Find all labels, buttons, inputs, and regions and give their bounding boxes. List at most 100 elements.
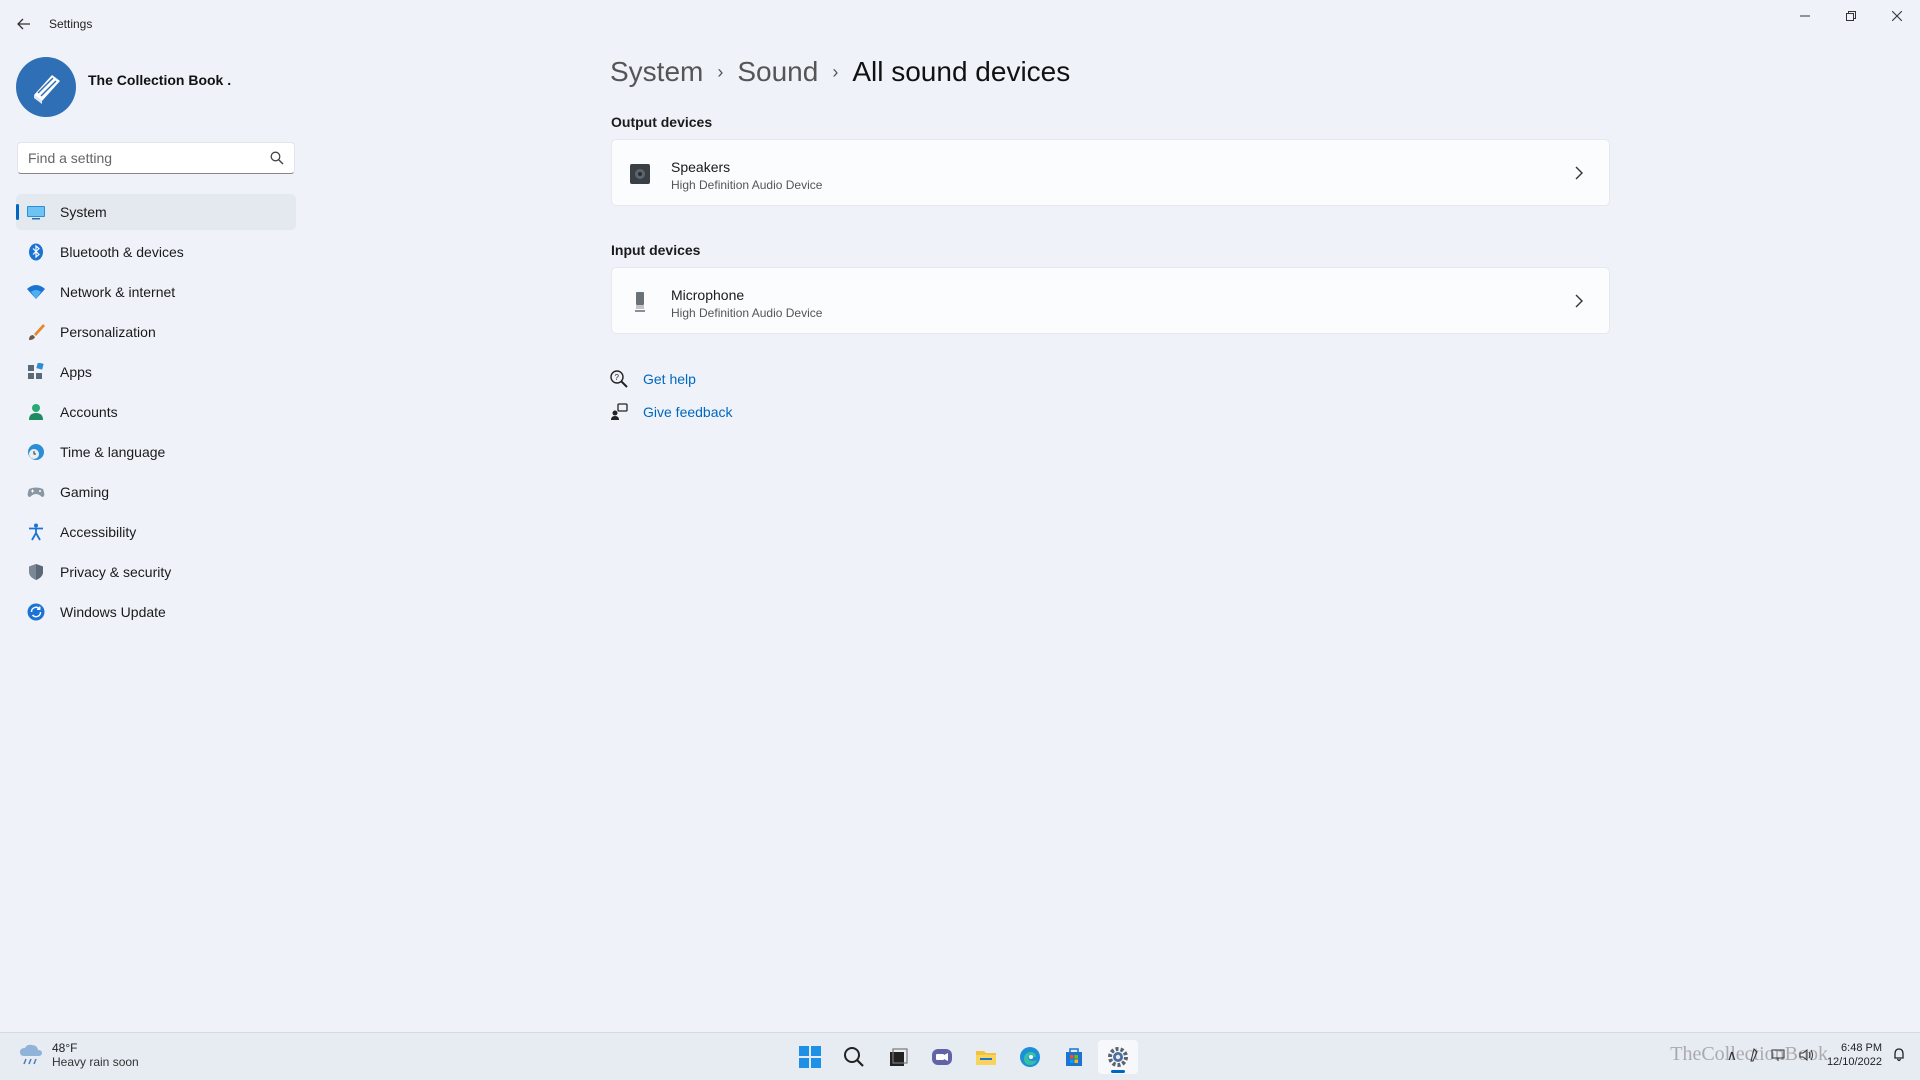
system-tray: ∧ 6:48 PM 12/10/2022 <box>1727 1041 1906 1069</box>
input-devices-heading: Input devices <box>611 242 701 258</box>
sidebar-item-accounts[interactable]: Accounts <box>16 394 296 430</box>
sidebar-item-accessibility[interactable]: Accessibility <box>16 514 296 550</box>
sidebar-item-label: Time & language <box>60 444 166 460</box>
book-logo-icon <box>34 75 60 104</box>
monitor-icon <box>27 206 45 220</box>
sidebar-item-label: Gaming <box>60 484 110 500</box>
sidebar-item-label: Windows Update <box>60 604 166 620</box>
sidebar-item-personalization[interactable]: Personalization <box>16 314 296 350</box>
sidebar-nav: System Bluetooth & devices Network & int… <box>16 194 296 634</box>
give-feedback-label[interactable]: Give feedback <box>643 404 733 420</box>
gamepad-icon <box>27 487 45 497</box>
file-explorer-button[interactable] <box>966 1040 1006 1074</box>
sidebar-item-privacy[interactable]: Privacy & security <box>16 554 296 590</box>
sidebar-item-label: Accessibility <box>60 524 137 540</box>
sidebar-item-time-language[interactable]: Time & language <box>16 434 296 470</box>
pen-icon[interactable] <box>1749 1048 1759 1062</box>
back-arrow-icon <box>17 18 30 30</box>
close-button[interactable] <box>1874 0 1920 32</box>
sidebar-item-gaming[interactable]: Gaming <box>16 474 296 510</box>
close-icon <box>1892 11 1902 21</box>
sidebar-item-label: Accounts <box>60 404 118 420</box>
get-help-label[interactable]: Get help <box>643 371 696 387</box>
accessibility-icon <box>29 523 43 541</box>
task-view-button[interactable] <box>878 1040 918 1074</box>
store-button[interactable] <box>1054 1040 1094 1074</box>
globe-clock-icon <box>28 444 44 460</box>
sidebar-item-apps[interactable]: Apps <box>16 354 296 390</box>
chat-button[interactable] <box>922 1040 962 1074</box>
restore-icon <box>1846 11 1856 21</box>
store-icon <box>1066 1048 1082 1066</box>
apps-icon <box>28 363 44 379</box>
minimize-icon <box>1800 15 1810 17</box>
device-description: High Definition Audio Device <box>671 306 823 320</box>
page-title: All sound devices <box>852 56 1071 87</box>
edge-icon <box>1020 1047 1040 1067</box>
microphone-device-card[interactable]: Microphone High Definition Audio Device <box>611 267 1610 334</box>
speakers-device-card[interactable]: Speakers High Definition Audio Device <box>611 139 1610 206</box>
sidebar-item-label: Bluetooth & devices <box>60 244 184 260</box>
chevron-right-icon <box>1575 166 1583 180</box>
taskbar-apps <box>790 1040 1142 1074</box>
sidebar-item-label: Apps <box>60 364 92 380</box>
microphone-icon <box>635 292 645 312</box>
sidebar-item-system[interactable]: System <box>16 194 296 230</box>
update-icon <box>27 603 45 621</box>
weather-condition: Heavy rain soon <box>52 1055 139 1069</box>
app-title: Settings <box>49 17 93 31</box>
settings-taskbar-button[interactable] <box>1098 1040 1138 1074</box>
clock[interactable]: 6:48 PM 12/10/2022 <box>1827 1041 1882 1069</box>
breadcrumb-system[interactable]: System <box>610 56 703 88</box>
search-box[interactable] <box>17 142 295 174</box>
svg-text:?: ? <box>615 373 620 382</box>
back-button[interactable] <box>12 12 36 36</box>
clock-date: 12/10/2022 <box>1826 1056 1882 1068</box>
taskbar: 48°F Heavy rain soon TheCollectionBook ∧… <box>0 1032 1920 1080</box>
person-icon <box>29 404 43 420</box>
sidebar-item-network[interactable]: Network & internet <box>16 274 296 310</box>
network-icon[interactable] <box>1771 1048 1787 1062</box>
avatar[interactable] <box>16 57 76 117</box>
minimize-button[interactable] <box>1782 0 1828 32</box>
chevron-up-icon[interactable]: ∧ <box>1727 1047 1737 1064</box>
breadcrumb-sound[interactable]: Sound <box>737 56 818 88</box>
settings-icon <box>1108 1047 1128 1067</box>
brush-icon <box>29 324 45 340</box>
chat-icon <box>932 1049 952 1065</box>
chevron-right-icon: › <box>832 61 839 82</box>
volume-icon[interactable] <box>1799 1048 1815 1062</box>
sidebar-item-label: Network & internet <box>60 284 176 300</box>
device-name: Microphone <box>671 287 745 303</box>
search-icon[interactable] <box>270 151 284 165</box>
feedback-icon <box>611 403 628 420</box>
wifi-icon <box>27 285 45 299</box>
search-input[interactable] <box>18 143 258 173</box>
breadcrumb: System › Sound › All sound devices <box>610 56 1070 88</box>
device-name: Speakers <box>671 159 731 175</box>
chevron-right-icon: › <box>717 61 724 82</box>
restore-button[interactable] <box>1828 0 1874 32</box>
notification-icon[interactable] <box>1892 1048 1906 1062</box>
sidebar-item-label: Privacy & security <box>60 564 172 580</box>
sidebar-item-windows-update[interactable]: Windows Update <box>16 594 296 630</box>
output-devices-heading: Output devices <box>611 114 713 130</box>
sidebar-item-label: Personalization <box>60 324 156 340</box>
help-icon: ? <box>610 370 628 388</box>
sidebar-item-bluetooth[interactable]: Bluetooth & devices <box>16 234 296 270</box>
get-help-link[interactable]: ? Get help <box>610 370 696 388</box>
sidebar-item-label: System <box>60 204 107 220</box>
file-explorer-icon <box>976 1051 996 1065</box>
give-feedback-link[interactable]: Give feedback <box>610 403 733 421</box>
edge-button[interactable] <box>1010 1040 1050 1074</box>
chevron-right-icon <box>1575 294 1583 308</box>
taskbar-search-button[interactable] <box>834 1040 874 1074</box>
weather-widget[interactable]: 48°F Heavy rain soon <box>18 1041 139 1069</box>
title-bar: Settings <box>0 0 1920 48</box>
clock-time: 6:48 PM <box>1841 1042 1882 1054</box>
search-icon <box>844 1047 864 1067</box>
start-button[interactable] <box>790 1040 830 1074</box>
bluetooth-icon <box>29 243 43 261</box>
device-description: High Definition Audio Device <box>671 178 823 192</box>
weather-temperature: 48°F <box>52 1041 78 1055</box>
